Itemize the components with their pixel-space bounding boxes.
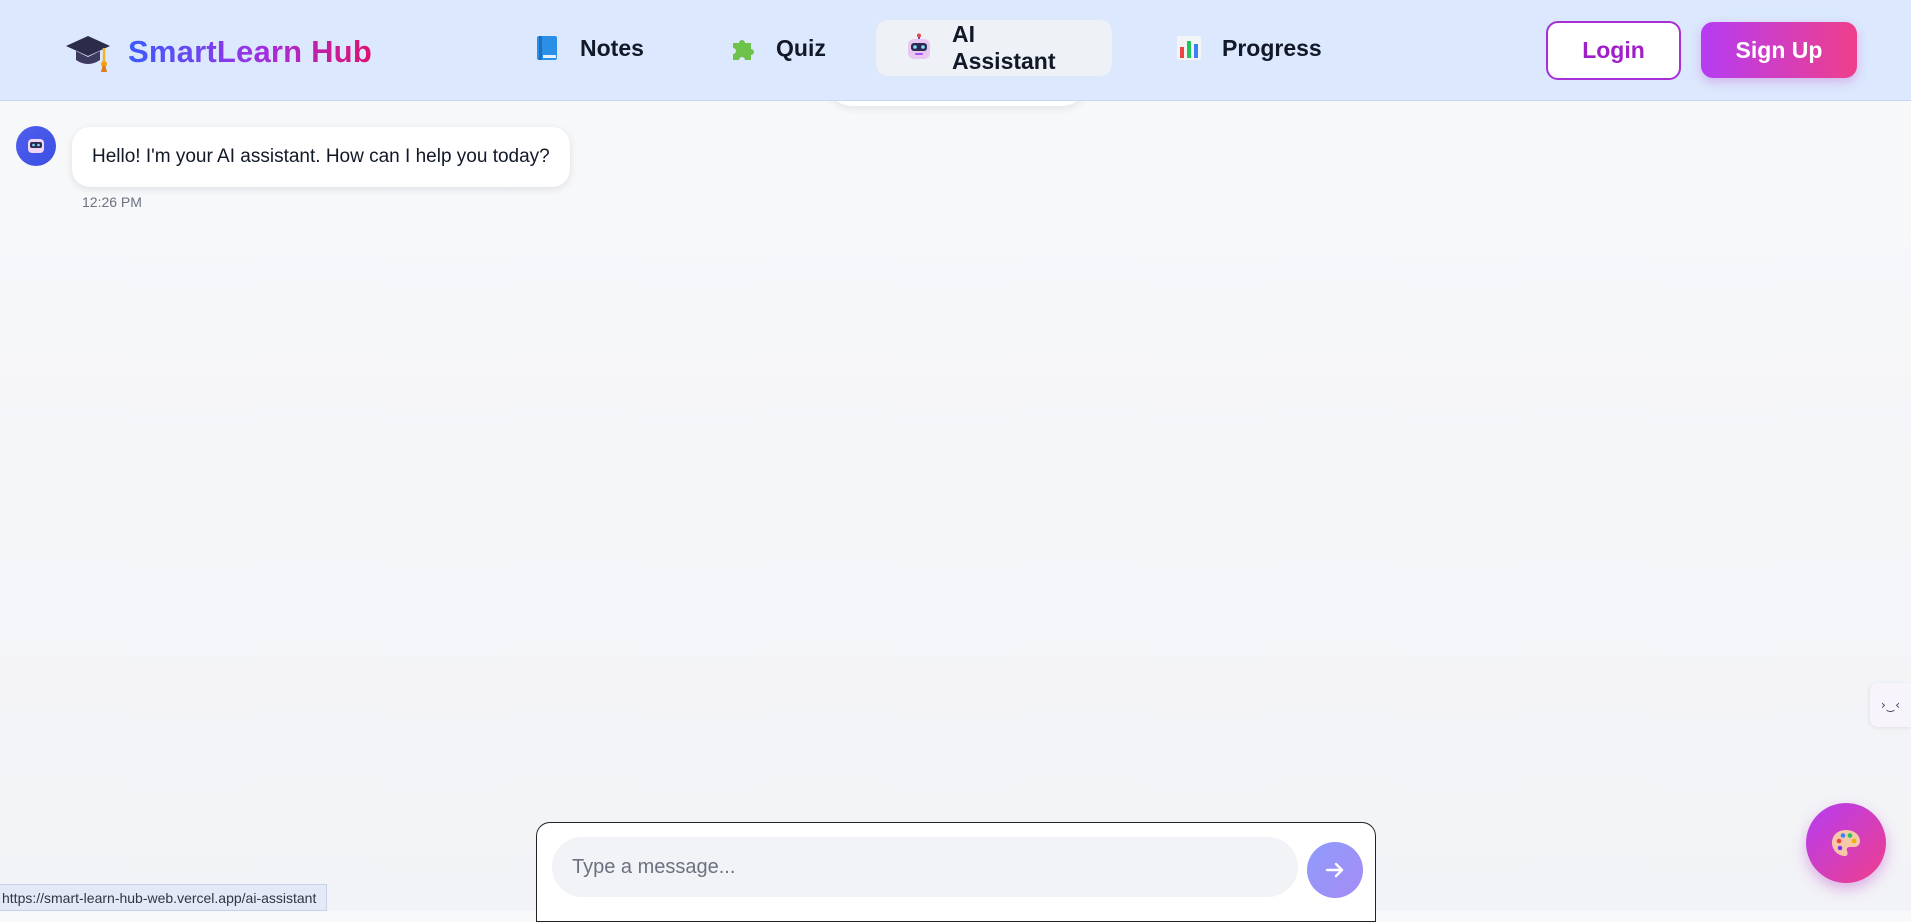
signup-button[interactable]: Sign Up <box>1701 22 1857 78</box>
nav-item-label: Quiz <box>776 34 826 61</box>
theme-button[interactable] <box>1806 803 1886 883</box>
message-input[interactable] <box>552 837 1298 897</box>
send-button[interactable] <box>1307 842 1363 898</box>
avatar <box>16 126 56 166</box>
arrow-right-icon <box>1325 862 1344 878</box>
bar-chart-icon <box>1177 36 1201 60</box>
brand-logo[interactable]: SmartLearn Hub <box>64 28 372 76</box>
nav-item-label: Progress <box>1222 34 1322 61</box>
robot-icon <box>907 33 930 59</box>
status-bar-url: https://smart-learn-hub-web.vercel.app/a… <box>0 884 328 911</box>
nav-item-progress[interactable]: Progress <box>1146 20 1350 76</box>
top-navbar: SmartLearn Hub Notes Quiz AI Assistant P… <box>0 0 1911 101</box>
login-button[interactable]: Login <box>1546 21 1681 80</box>
bot-message-bubble: Hello! I'm your AI assistant. How can I … <box>72 127 570 187</box>
message-composer <box>536 822 1376 922</box>
puzzle-icon <box>733 40 754 60</box>
nav-item-label: AI Assistant <box>951 21 1056 74</box>
brand-title: SmartLearn Hub <box>128 34 372 69</box>
nav-item-notes[interactable]: Notes <box>504 20 672 76</box>
nav-item-ai-assistant[interactable]: AI Assistant <box>876 20 1112 76</box>
message-timestamp: 12:26 PM <box>82 194 142 210</box>
palette-icon <box>1832 830 1860 856</box>
book-icon <box>537 36 557 60</box>
robot-icon <box>28 139 44 153</box>
nav-item-quiz[interactable]: Quiz <box>700 20 854 76</box>
graduation-cap-icon <box>66 36 110 72</box>
side-panel-tab[interactable]: ›‿‹ <box>1870 683 1911 727</box>
nav-item-label: Notes <box>580 34 644 61</box>
